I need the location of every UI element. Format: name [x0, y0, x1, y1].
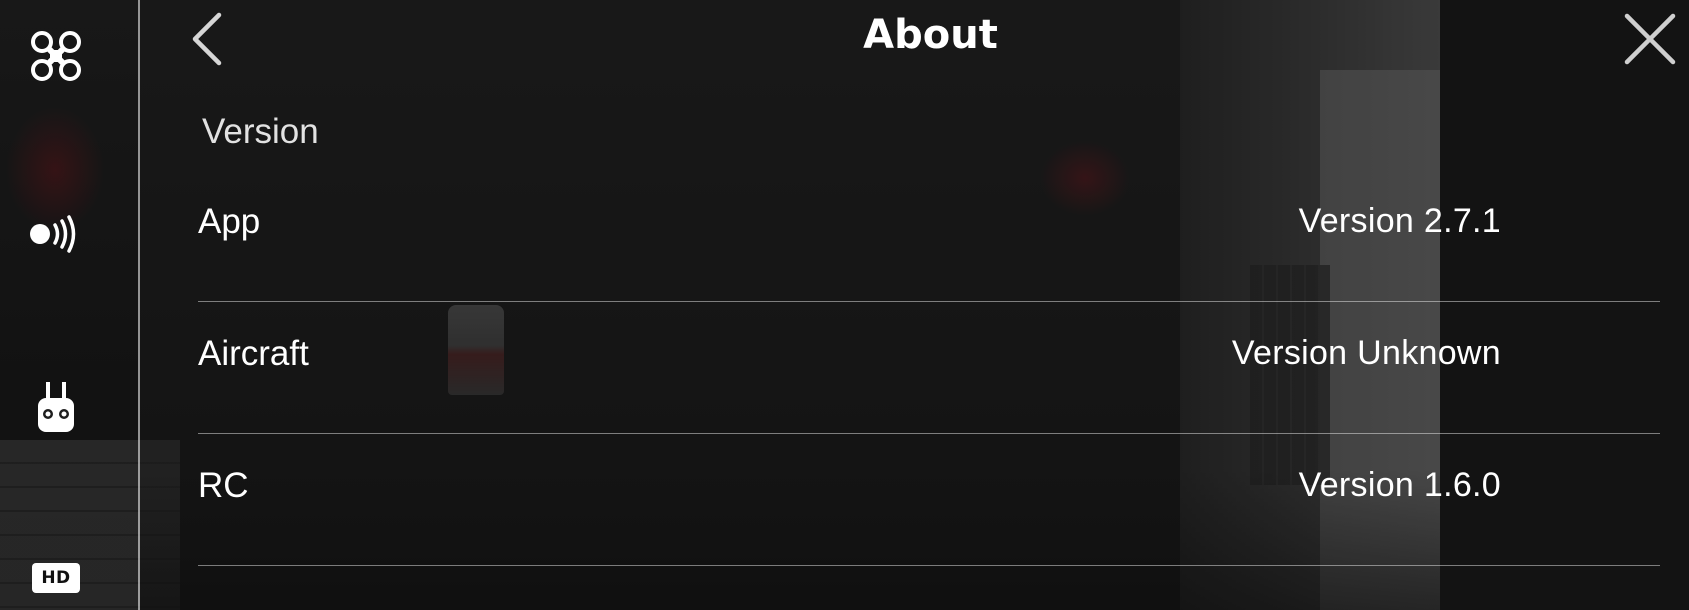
drone-icon: [31, 31, 81, 81]
back-button[interactable]: [172, 4, 242, 74]
sidebar-item-remote-controller[interactable]: [18, 370, 94, 446]
row-label: RC: [198, 465, 249, 505]
sidebar-item-transmission[interactable]: [18, 196, 94, 272]
sidebar-item-hd[interactable]: HD: [18, 550, 94, 606]
signal-icon: [30, 215, 76, 253]
remote-controller-icon: [38, 382, 74, 432]
hd-icon: HD: [32, 563, 80, 593]
page-title: About: [863, 12, 998, 58]
version-list: App Version 2.7.1 Aircraft Version Unkno…: [198, 170, 1660, 566]
version-row-app: App Version 2.7.1: [198, 170, 1660, 302]
settings-sidebar: HD: [0, 0, 140, 610]
chevron-left-icon: [192, 12, 222, 66]
version-row-rc: RC Version 1.6.0: [198, 434, 1660, 566]
close-icon: [1624, 13, 1676, 65]
row-value: Version Unknown: [1231, 334, 1501, 372]
hd-label: HD: [41, 568, 71, 588]
section-heading-version: Version: [202, 112, 319, 151]
sidebar-item-aircraft[interactable]: [18, 18, 94, 94]
row-label: Aircraft: [198, 333, 309, 373]
version-row-aircraft: Aircraft Version Unknown: [198, 302, 1660, 434]
row-value: Version 1.6.0: [1298, 466, 1501, 504]
row-label: App: [198, 201, 261, 241]
row-value: Version 2.7.1: [1298, 202, 1501, 240]
close-button[interactable]: [1612, 4, 1688, 74]
